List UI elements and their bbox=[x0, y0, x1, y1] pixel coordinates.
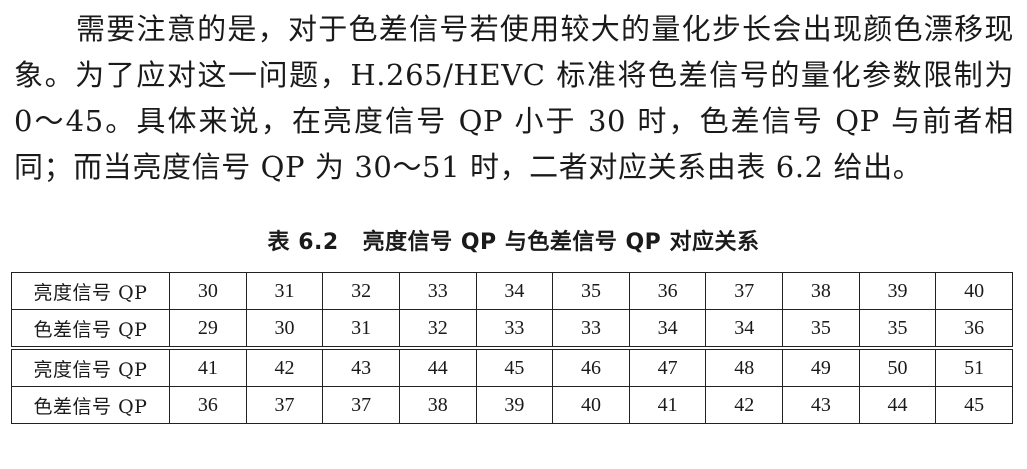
table-cell: 44 bbox=[398, 346, 477, 387]
table-cell: 33 bbox=[398, 272, 477, 310]
table-cell: 36 bbox=[628, 272, 707, 310]
table-cell: 45 bbox=[935, 386, 1013, 424]
table-cell: 30 bbox=[169, 272, 247, 310]
table-cell: 48 bbox=[705, 346, 783, 387]
table-cell: 39 bbox=[475, 386, 554, 424]
table-cell: 37 bbox=[705, 272, 783, 310]
table-caption: 表 6.2 亮度信号 QP 与色差信号 QP 对应关系 bbox=[0, 224, 1027, 256]
table-cell: 34 bbox=[705, 309, 783, 349]
chroma-qp-row: 色差信号 QP 29 30 31 32 33 33 34 34 35 35 36 bbox=[11, 309, 1013, 349]
qp-mapping-table: 亮度信号 QP 30 31 32 33 34 35 36 37 38 39 40 色差信号 QP 29 30… bbox=[11, 272, 1013, 424]
table-cell: 41 bbox=[628, 386, 707, 424]
table-cell: 45 bbox=[475, 346, 554, 387]
table-cell: 32 bbox=[398, 309, 477, 349]
table-cell: 35 bbox=[858, 309, 937, 349]
luma-qp-label: 亮度信号 QP bbox=[11, 346, 170, 387]
table-cell: 47 bbox=[628, 346, 707, 387]
table-cell: 42 bbox=[705, 386, 783, 424]
table-cell: 34 bbox=[628, 309, 707, 349]
table-cell: 50 bbox=[858, 346, 937, 387]
table-cell: 32 bbox=[322, 272, 400, 310]
chroma-qp-label: 色差信号 QP bbox=[11, 386, 170, 424]
table-cell: 38 bbox=[398, 386, 477, 424]
table-cell: 36 bbox=[935, 309, 1013, 349]
body-paragraph: 需要注意的是，对于色差信号若使用较大的量化步长会出现颜色漂移现象。为了应对这一问… bbox=[14, 12, 1014, 184]
luma-qp-row: 亮度信号 QP 30 31 32 33 34 35 36 37 38 39 40 bbox=[11, 272, 1013, 310]
luma-qp-label: 亮度信号 QP bbox=[11, 272, 170, 310]
table-cell: 31 bbox=[245, 272, 324, 310]
table-number: 表 6.2 bbox=[267, 230, 339, 255]
chroma-qp-row: 色差信号 QP 36 37 37 38 39 40 41 42 43 44 45 bbox=[11, 386, 1013, 424]
table-cell: 43 bbox=[322, 346, 400, 387]
chroma-qp-label: 色差信号 QP bbox=[11, 309, 170, 349]
table-title: 亮度信号 QP 与色差信号 QP 对应关系 bbox=[362, 230, 760, 255]
table-cell: 43 bbox=[782, 386, 860, 424]
table-cell: 33 bbox=[475, 309, 554, 349]
table-cell: 44 bbox=[858, 386, 937, 424]
table-cell: 38 bbox=[782, 272, 860, 310]
table-cell: 42 bbox=[245, 346, 324, 387]
table-cell: 30 bbox=[245, 309, 324, 349]
table-cell: 39 bbox=[858, 272, 937, 310]
table-cell: 40 bbox=[552, 386, 630, 424]
table-cell: 34 bbox=[475, 272, 554, 310]
table-cell: 40 bbox=[935, 272, 1013, 310]
table-cell: 36 bbox=[169, 386, 247, 424]
table-cell: 37 bbox=[322, 386, 400, 424]
table-cell: 46 bbox=[552, 346, 630, 387]
table-cell: 35 bbox=[782, 309, 860, 349]
table-cell: 31 bbox=[322, 309, 400, 349]
table-cell: 33 bbox=[552, 309, 630, 349]
luma-qp-row: 亮度信号 QP 41 42 43 44 45 46 47 48 49 50 51 bbox=[11, 346, 1013, 387]
table-cell: 37 bbox=[245, 386, 324, 424]
table-cell: 29 bbox=[169, 309, 247, 349]
table-cell: 35 bbox=[552, 272, 630, 310]
qp-table-body: 亮度信号 QP 30 31 32 33 34 35 36 37 38 39 40 色差信号 QP 29 30… bbox=[11, 272, 1013, 424]
table-cell: 51 bbox=[935, 346, 1013, 387]
table-cell: 41 bbox=[169, 346, 247, 387]
table-cell: 49 bbox=[782, 346, 860, 387]
